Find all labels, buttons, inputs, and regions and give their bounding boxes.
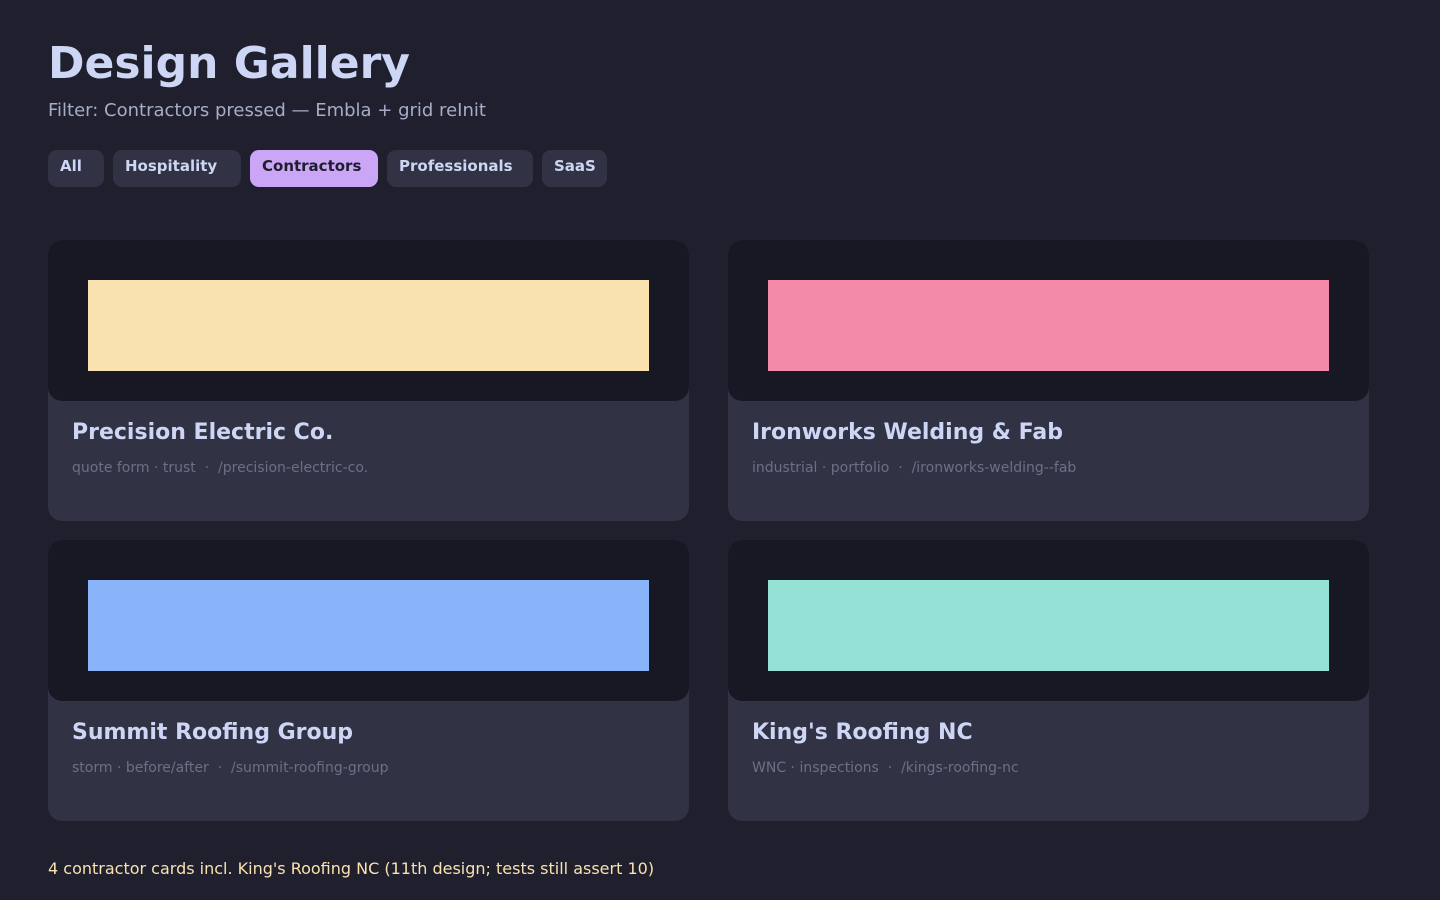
design-card[interactable]: King's Roofing NC WNC · inspections · /k…: [728, 540, 1369, 821]
filter-chip-saas[interactable]: SaaS: [542, 150, 607, 187]
preview-swatch: [768, 280, 1329, 371]
filter-chip-hospitality[interactable]: Hospitality: [113, 150, 241, 187]
card-title: Precision Electric Co.: [72, 420, 334, 445]
card-meta: WNC · inspections · /kings-roofing-nc: [752, 760, 1019, 776]
card-tags: WNC · inspections: [752, 760, 879, 776]
design-card[interactable]: Precision Electric Co. quote form · trus…: [48, 240, 689, 521]
preview-swatch: [768, 580, 1329, 671]
page-title: Design Gallery: [48, 38, 410, 89]
card-tags: storm · before/after: [72, 760, 209, 776]
preview-swatch: [88, 580, 649, 671]
card-slug: /kings-roofing-nc: [901, 760, 1019, 776]
card-preview: [48, 240, 689, 401]
card-meta: industrial · portfolio · /ironworks-weld…: [752, 460, 1077, 476]
filter-chip-contractors[interactable]: Contractors: [250, 150, 378, 187]
card-meta: quote form · trust · /precision-electric…: [72, 460, 369, 476]
filter-status-text: Filter: Contractors pressed — Embla + gr…: [48, 100, 486, 121]
design-card[interactable]: Ironworks Welding & Fab industrial · por…: [728, 240, 1369, 521]
card-meta: storm · before/after · /summit-roofing-g…: [72, 760, 389, 776]
card-title: King's Roofing NC: [752, 720, 973, 745]
card-preview: [728, 240, 1369, 401]
card-slug: /summit-roofing-group: [231, 760, 389, 776]
filter-chip-professionals[interactable]: Professionals: [387, 150, 533, 187]
card-preview: [48, 540, 689, 701]
card-preview: [728, 540, 1369, 701]
card-slug: /ironworks-welding--fab: [911, 460, 1077, 476]
design-card[interactable]: Summit Roofing Group storm · before/afte…: [48, 540, 689, 821]
card-tags: quote form · trust: [72, 460, 196, 476]
card-tags: industrial · portfolio: [752, 460, 890, 476]
filter-chip-all[interactable]: All: [48, 150, 104, 187]
card-title: Summit Roofing Group: [72, 720, 354, 745]
preview-swatch: [88, 280, 649, 371]
card-title: Ironworks Welding & Fab: [752, 420, 1063, 445]
card-slug: /precision-electric-co.: [218, 460, 369, 476]
filter-bar: All Hospitality Contractors Professional…: [48, 150, 607, 187]
footer-note: 4 contractor cards incl. King's Roofing …: [48, 859, 655, 878]
